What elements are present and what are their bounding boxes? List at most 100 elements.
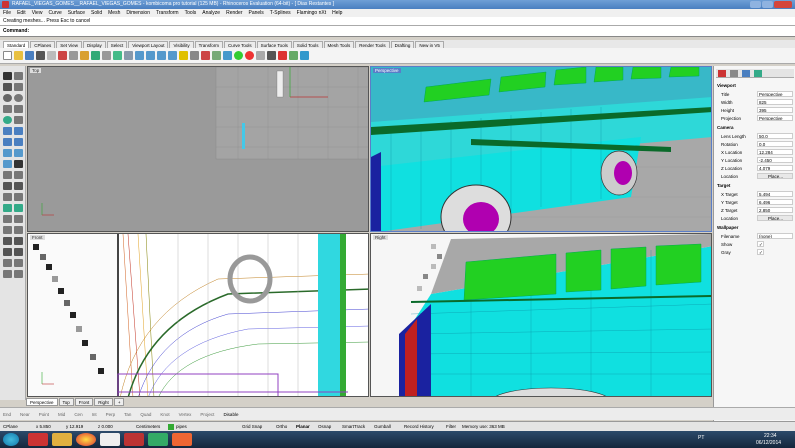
app-taskbar-icon[interactable] [100, 433, 120, 446]
vp-tab-add[interactable]: + [113, 398, 125, 406]
layers-icon[interactable] [190, 51, 199, 60]
viewport-top[interactable]: Top [27, 66, 369, 232]
options-icon[interactable] [267, 51, 276, 60]
osnap-vertex[interactable]: Vertex [179, 412, 192, 417]
shade-icon[interactable] [223, 51, 232, 60]
menu-dimension[interactable]: Dimension [126, 10, 150, 16]
close-button[interactable] [774, 1, 792, 8]
properties-icon[interactable] [201, 51, 210, 60]
tab-viewport-layout[interactable]: Viewport Layout [128, 41, 169, 48]
osnap-mid[interactable]: Mid [58, 412, 65, 417]
menu-curve[interactable]: Curve [48, 10, 61, 16]
osnap-disable[interactable]: Disable [223, 412, 238, 417]
boolean-union-icon[interactable] [3, 270, 12, 278]
osnap-end[interactable]: End [3, 412, 11, 417]
tab-select[interactable]: Select [106, 41, 128, 48]
surface-icon[interactable] [3, 127, 12, 135]
osnap-quad[interactable]: Quad [140, 412, 151, 417]
gray-checkbox[interactable]: ✓ [757, 249, 764, 255]
mesh-icon[interactable] [3, 149, 12, 157]
show-checkbox[interactable]: ✓ [757, 241, 764, 247]
tab-visibility[interactable]: Visibility [169, 41, 194, 48]
chrome-taskbar-icon[interactable] [76, 433, 96, 446]
viewport-perspective[interactable]: Perspective [370, 66, 712, 232]
viewport-title-top[interactable]: Top [30, 68, 42, 73]
y-target-field[interactable]: 6.496 [757, 199, 793, 205]
polygon-icon[interactable] [14, 105, 23, 113]
mirror-icon[interactable] [3, 226, 12, 234]
rotate-view-icon[interactable] [124, 51, 133, 60]
analyze-icon[interactable] [14, 237, 23, 245]
open-file-icon[interactable] [14, 51, 23, 60]
trim-icon[interactable] [14, 171, 23, 179]
tab-new-in-v5[interactable]: New in V5 [415, 41, 444, 48]
rectangle-icon[interactable] [3, 105, 12, 113]
loft-icon[interactable] [14, 127, 23, 135]
points-off-icon[interactable] [14, 248, 23, 256]
undo-icon[interactable] [91, 51, 100, 60]
import-icon[interactable] [47, 51, 56, 60]
camera-place-button[interactable]: Place... [757, 173, 793, 179]
new-file-icon[interactable] [3, 51, 12, 60]
zoom-icon[interactable] [135, 51, 144, 60]
arc-icon[interactable] [14, 94, 23, 102]
clock-date[interactable]: 06/12/2014 [756, 440, 781, 446]
media-taskbar-icon[interactable] [172, 433, 192, 446]
osnap-tan[interactable]: Tan [124, 412, 131, 417]
dimension-icon[interactable] [3, 237, 12, 245]
lightbulb-icon[interactable] [179, 51, 188, 60]
tab-standard[interactable]: Standard [3, 41, 30, 48]
circle-icon[interactable] [3, 94, 12, 102]
osnap-perp[interactable]: Perp [106, 412, 116, 417]
maximize-button[interactable] [762, 1, 773, 8]
help-icon[interactable] [278, 51, 287, 60]
tab-mesh-tools[interactable]: Mesh Tools [323, 41, 355, 48]
grid-icon[interactable] [212, 51, 221, 60]
point-icon[interactable] [14, 72, 23, 80]
osnap-near[interactable]: Near [20, 412, 30, 417]
osnap-knot[interactable]: Knot [160, 412, 169, 417]
viewport-front[interactable]: Front [27, 233, 369, 397]
group-icon[interactable] [14, 193, 23, 201]
light-icon[interactable] [256, 51, 265, 60]
material-sphere-icon[interactable] [245, 51, 254, 60]
osnap-project[interactable]: Project [200, 412, 214, 417]
rhino-taskbar-icon[interactable] [28, 433, 48, 446]
ellipse-icon[interactable] [3, 116, 12, 124]
revolve-icon[interactable] [3, 160, 12, 168]
menu-tsplines[interactable]: T-Splines [270, 10, 291, 16]
tab-transform[interactable]: Transform [194, 41, 223, 48]
lens-length-field[interactable]: 50.0 [757, 133, 793, 139]
cut-icon[interactable] [58, 51, 67, 60]
select-icon[interactable] [102, 51, 111, 60]
join-icon[interactable] [14, 182, 23, 190]
help-tab-icon[interactable] [754, 70, 762, 77]
menu-surface[interactable]: Surface [68, 10, 85, 16]
zoom-window-icon[interactable] [146, 51, 155, 60]
tab-set-view[interactable]: Set View [56, 41, 82, 48]
menu-file[interactable]: File [3, 10, 11, 16]
select-arrow-icon[interactable] [3, 72, 12, 80]
tab-cplanes[interactable]: CPlanes [30, 41, 56, 48]
projection-select[interactable]: Perspective [757, 115, 793, 121]
hide-icon[interactable] [3, 259, 12, 267]
target-place-button[interactable]: Place... [757, 215, 793, 221]
menu-solid[interactable]: Solid [91, 10, 102, 16]
copy-tool-icon[interactable] [14, 204, 23, 212]
osnap-cen[interactable]: Cen [74, 412, 82, 417]
pan-icon[interactable] [113, 51, 122, 60]
vp-tab-top[interactable]: Top [58, 398, 74, 406]
vp-tab-front[interactable]: Front [74, 398, 94, 406]
lock-icon[interactable] [14, 259, 23, 267]
x-location-field[interactable]: 12.284 [757, 149, 793, 155]
fillet-icon[interactable] [3, 171, 12, 179]
render-sphere-icon[interactable] [234, 51, 243, 60]
vp-tab-right[interactable]: Right [94, 398, 113, 406]
tab-surface-tools[interactable]: Surface Tools [256, 41, 292, 48]
sphere-icon[interactable] [14, 138, 23, 146]
menu-panels[interactable]: Panels [249, 10, 264, 16]
curve-icon[interactable] [14, 83, 23, 91]
copy-icon[interactable] [69, 51, 78, 60]
extrude-icon[interactable] [14, 149, 23, 157]
menu-analyze[interactable]: Analyze [202, 10, 220, 16]
